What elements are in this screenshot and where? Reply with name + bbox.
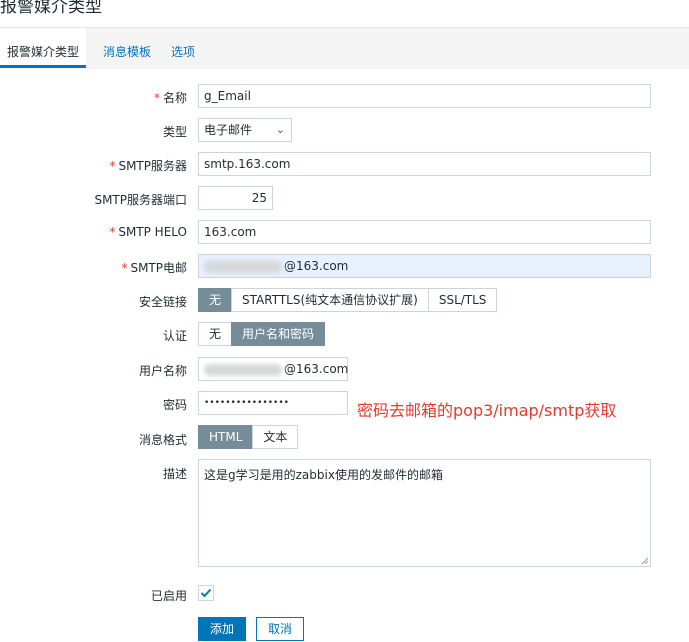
type-select[interactable]: 电子邮件 ⌄: [198, 118, 292, 142]
security-label: 安全链接: [138, 295, 187, 309]
auth-option-none[interactable]: 无: [198, 322, 233, 346]
required-mark: *: [153, 91, 160, 105]
smtp-helo-label: * SMTP HELO: [109, 225, 187, 239]
security-option-starttls[interactable]: STARTTLS(纯文本通信协议扩展): [231, 288, 429, 312]
chevron-down-icon: ⌄: [275, 123, 285, 136]
security-option-none[interactable]: 无: [198, 288, 233, 312]
name-label: * 名称: [153, 91, 187, 105]
type-select-value: 电子邮件: [204, 123, 253, 137]
password-label: 密码: [162, 398, 187, 412]
cancel-button[interactable]: 取消: [256, 617, 304, 641]
smtp-port-label: SMTP服务器端口: [94, 193, 187, 207]
username-label: 用户名称: [138, 364, 187, 378]
smtp-email-input[interactable]: @163.com: [198, 254, 651, 278]
tab-media-type[interactable]: 报警媒介类型: [0, 28, 87, 68]
auth-segmented-control: 无 用户名和密码: [198, 322, 326, 346]
page-title: 报警媒介类型: [0, 0, 102, 17]
password-hint-annotation: 密码去邮箱的pop3/imap/smtp获取: [357, 401, 617, 420]
message-format-option-html[interactable]: HTML: [198, 425, 254, 449]
required-mark: *: [109, 159, 116, 173]
smtp-server-input[interactable]: smtp.163.com: [198, 152, 651, 176]
message-format-label: 消息格式: [138, 433, 187, 447]
required-mark: *: [121, 261, 128, 275]
smtp-port-input[interactable]: 25: [198, 186, 273, 210]
required-mark: *: [109, 225, 116, 239]
description-text: 这是g学习是用的zabbix使用的发邮件的邮箱: [204, 468, 443, 482]
smtp-server-label: * SMTP服务器: [109, 159, 187, 173]
message-format-option-text[interactable]: 文本: [252, 425, 299, 449]
redacted-text: [204, 260, 282, 273]
description-textarea[interactable]: 这是g学习是用的zabbix使用的发邮件的邮箱: [198, 459, 651, 567]
security-segmented-control: 无 STARTTLS(纯文本通信协议扩展) SSL/TLS: [198, 288, 498, 312]
redacted-text: [204, 363, 282, 376]
auth-option-username-password[interactable]: 用户名和密码: [231, 322, 326, 346]
username-input[interactable]: @163.com: [198, 357, 348, 381]
add-button[interactable]: 添加: [198, 617, 246, 641]
checkmark-icon: [200, 588, 212, 598]
message-format-segmented-control: HTML 文本: [198, 425, 299, 449]
resize-handle-icon[interactable]: [641, 557, 649, 565]
enabled-label: 已启用: [150, 589, 187, 603]
tab-message-templates[interactable]: 消息模板: [103, 28, 151, 67]
auth-label: 认证: [162, 329, 187, 343]
name-input[interactable]: g_Email: [198, 84, 651, 108]
security-option-ssl-tls[interactable]: SSL/TLS: [427, 288, 498, 312]
enabled-checkbox[interactable]: [198, 585, 214, 601]
smtp-helo-input[interactable]: 163.com: [198, 220, 651, 244]
description-label: 描述: [162, 467, 187, 481]
tab-options[interactable]: 选项: [171, 28, 195, 67]
password-input[interactable]: ••••••••••••••••: [198, 391, 348, 415]
tab-bar: 报警媒介类型 消息模板 选项: [0, 27, 689, 70]
type-label: 类型: [162, 125, 187, 139]
smtp-email-label: * SMTP电邮: [121, 261, 187, 275]
